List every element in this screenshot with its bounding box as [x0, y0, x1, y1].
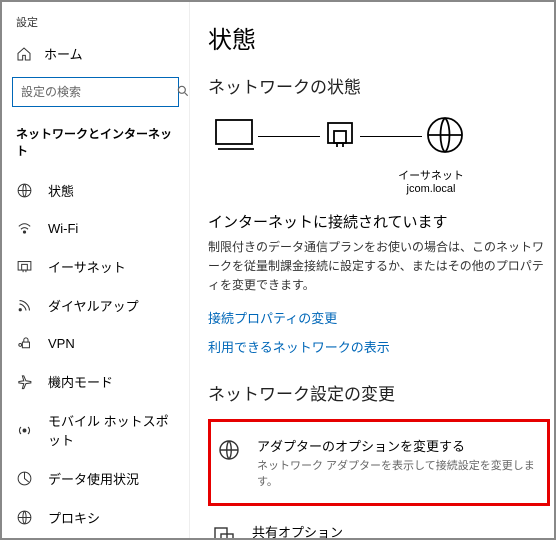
nav-hotspot[interactable]: モバイル ホットスポット: [2, 401, 189, 459]
nav-proxy[interactable]: プロキシ: [2, 498, 189, 537]
home-label: ホーム: [44, 44, 83, 63]
data-usage-icon: [16, 470, 34, 487]
nav-status[interactable]: 状態: [2, 171, 189, 210]
ethernet-icon: [16, 258, 34, 275]
adapter-icon: [217, 436, 243, 462]
eth-name: イーサネット: [308, 167, 554, 183]
highlighted-option: アダプターのオプションを変更する ネットワーク アダプターを表示して接続設定を変…: [208, 419, 550, 506]
nav-label: データ使用状況: [48, 469, 139, 488]
main-content: 状態 ネットワークの状態 イーサネット jcom.local インターネットに接…: [190, 2, 554, 538]
ethernet-labels: イーサネット jcom.local: [208, 167, 554, 195]
sidebar: 設定 ホーム ネットワークとインターネット 状態 Wi-Fi イーサネット: [2, 2, 190, 538]
proxy-icon: [16, 509, 34, 526]
wifi-icon: [16, 220, 34, 237]
search-box[interactable]: [12, 77, 179, 107]
home-nav[interactable]: ホーム: [2, 38, 189, 69]
option-title: 共有オプション: [252, 522, 550, 538]
search-icon: [176, 84, 190, 101]
search-input[interactable]: [21, 85, 176, 99]
network-status-heading: ネットワークの状態: [208, 73, 554, 98]
diagram-line: [360, 136, 422, 137]
option-sharing[interactable]: 共有オプション 接続先のネットワークについて、何を共有するかを指定します。: [208, 512, 554, 538]
nav-dialup[interactable]: ダイヤルアップ: [2, 286, 189, 325]
connected-status: インターネットに接続されています: [208, 211, 554, 232]
airplane-icon: [16, 373, 34, 390]
home-icon: [16, 46, 32, 62]
nav-label: VPN: [48, 336, 75, 351]
section-heading: ネットワークとインターネット: [2, 121, 189, 171]
link-connection-properties[interactable]: 接続プロパティの変更: [208, 308, 337, 327]
nav-label: 機内モード: [48, 372, 113, 391]
pc-icon: [212, 116, 256, 157]
nav-ethernet[interactable]: イーサネット: [2, 247, 189, 286]
app-title: 設定: [2, 10, 189, 38]
diagram-line: [258, 136, 320, 137]
vpn-icon: [16, 335, 34, 352]
link-available-networks[interactable]: 利用できるネットワークの表示: [208, 337, 390, 356]
network-diagram: [208, 114, 554, 159]
nav-label: モバイル ホットスポット: [48, 411, 175, 449]
option-subtitle: ネットワーク アダプターを表示して接続設定を変更します。: [257, 457, 541, 489]
nav-label: ダイヤルアップ: [48, 296, 139, 315]
globe-icon: [16, 182, 34, 199]
globe-node-icon: [424, 114, 466, 159]
option-adapter[interactable]: アダプターのオプションを変更する ネットワーク アダプターを表示して接続設定を変…: [213, 426, 545, 499]
eth-domain: jcom.local: [308, 183, 554, 195]
nav-airplane[interactable]: 機内モード: [2, 362, 189, 401]
network-settings-heading: ネットワーク設定の変更: [208, 380, 554, 405]
ethernet-node-icon: [322, 117, 358, 156]
nav-wifi[interactable]: Wi-Fi: [2, 210, 189, 247]
sharing-icon: [212, 522, 238, 538]
nav-label: プロキシ: [48, 508, 100, 527]
page-title: 状態: [208, 20, 554, 55]
metered-description: 制限付きのデータ通信プランをお使いの場合は、このネットワークを従量制課金接続に設…: [208, 238, 554, 296]
option-title: アダプターのオプションを変更する: [257, 436, 541, 455]
nav-datausage[interactable]: データ使用状況: [2, 459, 189, 498]
nav-label: イーサネット: [48, 257, 126, 276]
settings-window: 設定 ホーム ネットワークとインターネット 状態 Wi-Fi イーサネット: [0, 0, 556, 540]
dialup-icon: [16, 297, 34, 314]
nav-vpn[interactable]: VPN: [2, 325, 189, 362]
nav-label: 状態: [48, 181, 74, 200]
nav-label: Wi-Fi: [48, 221, 78, 236]
hotspot-icon: [16, 422, 34, 439]
